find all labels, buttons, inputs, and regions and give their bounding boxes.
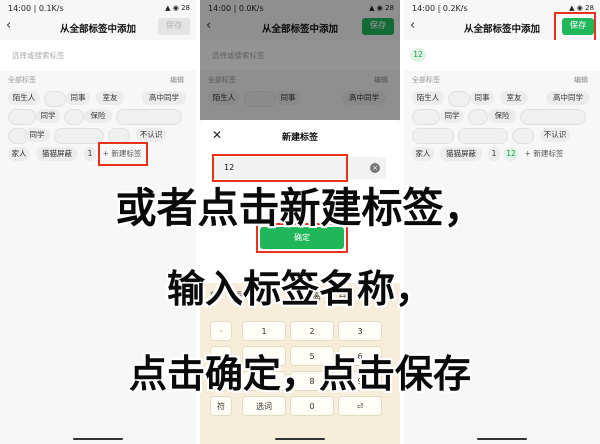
keyboard-key[interactable]: 1: [242, 321, 286, 341]
tag-chip-hidden[interactable]: [412, 128, 454, 144]
keyboard-key[interactable]: 3: [338, 321, 382, 341]
tag-chip[interactable]: 同事: [66, 91, 90, 105]
tag-chip[interactable]: 室友: [500, 91, 528, 105]
tag-chip-selected[interactable]: 12: [504, 147, 518, 161]
status-icons: ▲ ◉ 28: [569, 4, 594, 12]
tag-chip-hidden[interactable]: [458, 128, 508, 144]
tag-chip[interactable]: 陌生人: [412, 91, 444, 105]
tag-chip[interactable]: 保险: [488, 109, 516, 123]
keyboard-key[interactable]: ⏎: [338, 396, 382, 416]
tag-chip-hidden[interactable]: [8, 109, 36, 125]
tag-chip-hidden[interactable]: [512, 128, 534, 144]
caption-line-1: 或者点击新建标签，: [115, 184, 485, 232]
tag-chip[interactable]: 家人: [8, 147, 30, 161]
tag-chip[interactable]: 不认识: [136, 128, 166, 142]
section-label: 全部标签: [412, 76, 440, 84]
edit-link[interactable]: 编辑: [574, 75, 588, 85]
highlight-box: [554, 12, 596, 42]
sheet-title: 新建标签: [281, 133, 318, 143]
title-bar: ‹ 从全部标签中添加 保存: [0, 16, 196, 38]
tag-chip[interactable]: 家人: [412, 147, 434, 161]
highlight-box: [98, 142, 148, 166]
clear-icon[interactable]: ×: [370, 163, 380, 173]
modal-overlay[interactable]: [200, 0, 400, 120]
search-placeholder: 选择或搜索标签: [12, 51, 65, 60]
home-indicator: [477, 438, 527, 440]
tag-chip-hidden[interactable]: [54, 128, 104, 144]
keyboard-key[interactable]: 0: [290, 396, 334, 416]
tag-chip[interactable]: 同学: [24, 128, 50, 142]
keyboard-key[interactable]: ·: [210, 321, 232, 341]
keyboard-key[interactable]: 2: [290, 321, 334, 341]
status-bar: 14:00 | 0.1K/s ▲ ◉ 28: [0, 0, 196, 16]
tag-chip-hidden[interactable]: [468, 109, 488, 125]
tag-chip[interactable]: 室友: [96, 91, 124, 105]
tag-chip[interactable]: 猫猫屏蔽: [36, 147, 78, 161]
tag-chip-hidden[interactable]: [116, 109, 182, 125]
home-indicator: [73, 438, 123, 440]
tag-chip[interactable]: 陌生人: [8, 91, 40, 105]
tag-chip-hidden[interactable]: [412, 109, 440, 125]
caption-line-2: 输入标签名称，: [166, 267, 433, 311]
edit-link[interactable]: 编辑: [170, 75, 184, 85]
tag-chip-hidden[interactable]: [44, 91, 66, 107]
tag-chip[interactable]: 1: [84, 147, 96, 161]
tag-chip[interactable]: 同学: [440, 109, 464, 123]
section-label: 全部标签: [8, 76, 36, 84]
keyboard-key[interactable]: 选词: [242, 396, 286, 416]
selected-tag[interactable]: 12: [410, 48, 426, 62]
tag-chip-hidden[interactable]: [520, 109, 586, 125]
home-indicator: [275, 438, 325, 440]
new-tag-button[interactable]: + 新建标签: [522, 147, 566, 161]
tag-chip[interactable]: 1: [488, 147, 500, 161]
tag-chip-hidden[interactable]: [448, 91, 470, 107]
keyboard-key[interactable]: 符: [210, 396, 232, 416]
search-bar[interactable]: 12: [404, 40, 600, 70]
status-time: 14:00 | 0.1K/s: [8, 4, 64, 13]
tag-chip[interactable]: 同事: [470, 91, 494, 105]
tag-chip[interactable]: 高中同学: [142, 91, 186, 105]
tag-chip[interactable]: 保险: [84, 109, 112, 123]
status-time: 14:00 | 0.2K/s: [412, 4, 468, 13]
tag-chip[interactable]: 同学: [36, 109, 60, 123]
status-icons: ▲ ◉ 28: [165, 4, 190, 12]
search-bar[interactable]: 选择或搜索标签: [0, 40, 196, 70]
tag-chip[interactable]: 高中同学: [546, 91, 590, 105]
tag-chip-hidden[interactable]: [64, 109, 84, 125]
tag-chip[interactable]: 猫猫屏蔽: [440, 147, 482, 161]
caption-line-3: 点击确定，点击保存: [128, 352, 471, 396]
tag-chip[interactable]: 不认识: [540, 128, 570, 142]
save-button[interactable]: 保存: [158, 18, 190, 35]
